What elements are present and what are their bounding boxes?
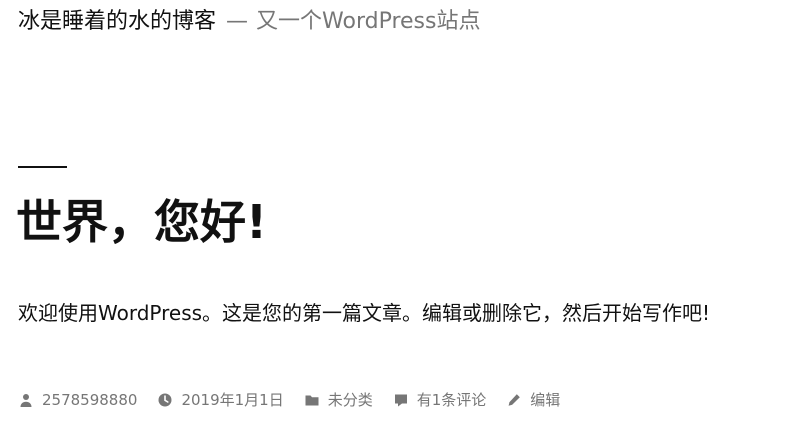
post-title[interactable]: 世界，您好! xyxy=(16,190,267,254)
site-description: 又一个WordPress站点 xyxy=(256,9,481,34)
post-comments: 有1条评论 xyxy=(393,388,487,412)
pencil-icon xyxy=(506,392,522,408)
edit-link[interactable]: 编辑 xyxy=(530,388,560,412)
category-link[interactable]: 未分类 xyxy=(328,388,373,412)
site-title-link[interactable]: 冰是睡着的水的博客 xyxy=(18,9,216,34)
title-separator: — xyxy=(226,9,249,34)
post-content: 欢迎使用WordPress。这是您的第一篇文章。编辑或删除它，然后开始写作吧! xyxy=(18,301,711,325)
clock-icon xyxy=(157,392,173,408)
comment-icon xyxy=(393,392,409,408)
person-icon xyxy=(18,392,34,408)
entry-footer: 2578598880 2019年1月1日 未分类 有1条评论 编辑 xyxy=(18,388,580,412)
post-author: 2578598880 xyxy=(18,388,137,412)
comments-link[interactable]: 有1条评论 xyxy=(417,388,487,412)
date-link[interactable]: 2019年1月1日 xyxy=(181,388,283,412)
title-divider xyxy=(18,166,67,168)
folder-icon xyxy=(304,392,320,408)
author-link[interactable]: 2578598880 xyxy=(42,388,137,412)
post-category: 未分类 xyxy=(304,388,373,412)
site-header: 冰是睡着的水的博客 — 又一个WordPress站点 xyxy=(18,6,480,38)
post-edit: 编辑 xyxy=(506,388,560,412)
post-date: 2019年1月1日 xyxy=(157,388,284,412)
